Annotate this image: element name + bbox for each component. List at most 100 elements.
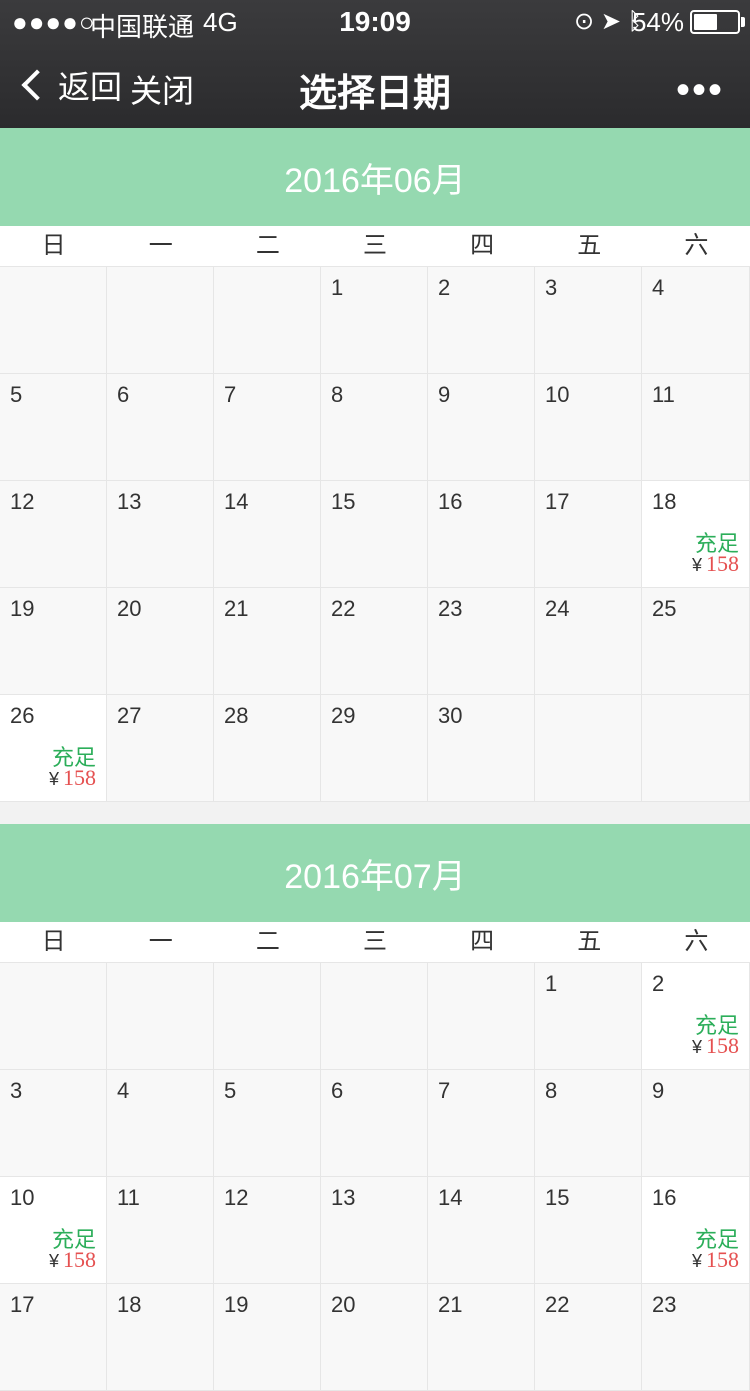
day-cell-9: 9 [428, 374, 535, 481]
currency-symbol: ¥ [48, 1251, 59, 1271]
day-number: 19 [224, 1292, 249, 1317]
price-amount: 158 [706, 1033, 739, 1058]
day-cell-21: 21 [214, 588, 321, 695]
weekday-sat: 六 [684, 232, 709, 259]
day-grid: 1 2 3 4 5 6 7 8 9 10 11 12 13 14 15 16 17 18 充足 ¥158 19 20 21 2… [0, 267, 750, 802]
day-cell-20: 20 [107, 588, 214, 695]
price-amount: 158 [706, 551, 739, 576]
day-cell-8: 8 [321, 374, 428, 481]
day-number: 12 [224, 1185, 249, 1210]
day-number: 1 [331, 275, 344, 300]
day-number: 7 [438, 1078, 451, 1103]
empty-day-cell [214, 267, 321, 374]
day-cell-29: 29 [321, 695, 428, 802]
day-number: 25 [652, 596, 677, 621]
empty-day-cell [642, 695, 750, 802]
day-number: 18 [652, 489, 677, 514]
day-cell-26[interactable]: 26 充足 ¥158 [0, 695, 107, 802]
day-cell-23: 23 [428, 588, 535, 695]
day-cell-5: 5 [214, 1070, 321, 1177]
day-cell-1: 1 [535, 963, 642, 1070]
day-cell-10[interactable]: 10 充足 ¥158 [0, 1177, 107, 1284]
day-cell-17: 17 [0, 1284, 107, 1391]
day-number: 1 [545, 971, 558, 996]
day-number: 15 [331, 489, 356, 514]
day-number: 5 [10, 382, 23, 407]
price-label: ¥158 [692, 551, 739, 577]
day-number: 28 [224, 703, 249, 728]
weekday-wed: 三 [362, 928, 387, 955]
day-cell-14: 14 [214, 481, 321, 588]
price-amount: 158 [63, 765, 96, 790]
more-options-icon[interactable]: ••• [676, 68, 724, 113]
day-cell-23: 23 [642, 1284, 750, 1391]
day-number: 2 [438, 275, 451, 300]
battery-level [694, 14, 717, 30]
day-grid: 1 2 充足 ¥158 3 4 5 6 7 8 9 10 充足 ¥158 11 12 13 14 15 16 充足 ¥15… [0, 963, 750, 1391]
day-cell-8: 8 [535, 1070, 642, 1177]
day-cell-13: 13 [321, 1177, 428, 1284]
price-label: ¥158 [692, 1033, 739, 1059]
day-cell-11: 11 [642, 374, 750, 481]
day-number: 18 [117, 1292, 142, 1317]
month-july: 2016年07月 日 一 二 三 四 五 六 1 2 充足 ¥158 3 4 5 6 7 8 9 10… [0, 824, 750, 1391]
weekday-tue: 二 [255, 928, 280, 955]
price-label: ¥158 [49, 1247, 96, 1273]
empty-day-cell [214, 963, 321, 1070]
empty-day-cell [107, 267, 214, 374]
weekday-thu: 四 [470, 232, 495, 259]
weekday-mon: 一 [148, 928, 173, 955]
day-number: 21 [438, 1292, 463, 1317]
day-cell-3: 3 [535, 267, 642, 374]
day-cell-16: 16 [428, 481, 535, 588]
day-number: 12 [10, 489, 35, 514]
day-number: 23 [652, 1292, 677, 1317]
day-number: 22 [331, 596, 356, 621]
day-cell-12: 12 [0, 481, 107, 588]
day-number: 2 [652, 971, 665, 996]
location-arrow-icon: ➤ [600, 8, 621, 35]
day-cell-18[interactable]: 18 充足 ¥158 [642, 481, 750, 588]
day-cell-18: 18 [107, 1284, 214, 1391]
day-cell-1: 1 [321, 267, 428, 374]
day-number: 7 [224, 382, 237, 407]
day-number: 16 [652, 1185, 677, 1210]
day-number: 17 [545, 489, 570, 514]
day-cell-4: 4 [107, 1070, 214, 1177]
weekday-wed: 三 [362, 232, 387, 259]
day-number: 10 [545, 382, 570, 407]
battery-percent: 54% [631, 7, 684, 37]
day-number: 14 [438, 1185, 463, 1210]
price-amount: 158 [706, 1247, 739, 1272]
day-cell-10: 10 [535, 374, 642, 481]
day-cell-9: 9 [642, 1070, 750, 1177]
weekday-fri: 五 [577, 928, 602, 955]
day-cell-15: 15 [321, 481, 428, 588]
month-header: 2016年06月 [0, 128, 750, 226]
price-amount: 158 [63, 1247, 96, 1272]
day-number: 21 [224, 596, 249, 621]
weekday-tue: 二 [255, 232, 280, 259]
weekday-sun: 日 [41, 928, 66, 955]
rotation-lock-icon: ⊙ [574, 8, 595, 35]
top-bar: ●●●●○ 中国联通 4G 19:09 ⊙ ➤ ᛒ 54% 返回 关闭 选择日期… [0, 0, 750, 128]
day-number: 22 [545, 1292, 570, 1317]
day-cell-6: 6 [321, 1070, 428, 1177]
weekday-row: 日 一 二 三 四 五 六 [0, 226, 750, 267]
weekday-sun: 日 [41, 232, 66, 259]
day-cell-3: 3 [0, 1070, 107, 1177]
day-cell-16[interactable]: 16 充足 ¥158 [642, 1177, 750, 1284]
day-cell-15: 15 [535, 1177, 642, 1284]
status-bar: ●●●●○ 中国联通 4G 19:09 ⊙ ➤ ᛒ 54% [0, 0, 750, 42]
day-number: 3 [545, 275, 558, 300]
day-number: 5 [224, 1078, 237, 1103]
day-number: 23 [438, 596, 463, 621]
day-cell-22: 22 [321, 588, 428, 695]
day-cell-14: 14 [428, 1177, 535, 1284]
day-cell-7: 7 [428, 1070, 535, 1177]
day-number: 4 [652, 275, 665, 300]
day-cell-19: 19 [214, 1284, 321, 1391]
day-number: 26 [10, 703, 35, 728]
day-cell-2[interactable]: 2 充足 ¥158 [642, 963, 750, 1070]
currency-symbol: ¥ [691, 1037, 702, 1057]
